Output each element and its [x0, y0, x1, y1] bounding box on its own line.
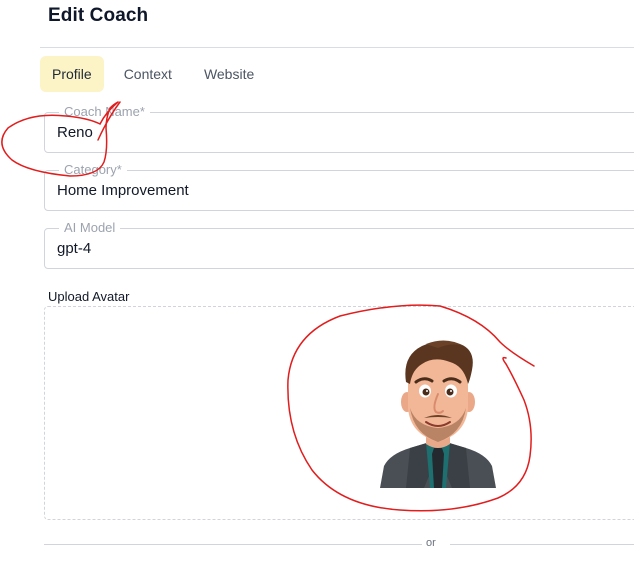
category-value[interactable]: Home Improvement	[57, 182, 189, 199]
tab-profile[interactable]: Profile	[40, 56, 104, 92]
cartoon-man-avatar-icon	[380, 340, 496, 488]
edit-coach-page: Edit Coach Profile Context Website Coach…	[0, 0, 634, 565]
page-title: Edit Coach	[48, 5, 149, 26]
ai-model-label: AI Model	[59, 220, 121, 236]
ai-model-field[interactable]: AI Model gpt-4	[44, 220, 634, 269]
ai-model-value[interactable]: gpt-4	[57, 240, 91, 257]
category-field[interactable]: Category* Home Improvement	[44, 162, 634, 211]
or-divider-right	[450, 544, 634, 545]
avatar-dropzone[interactable]	[44, 306, 634, 520]
tab-bar: Profile Context Website	[40, 56, 274, 92]
upload-avatar-label: Upload Avatar	[48, 289, 130, 304]
or-divider-text: or	[426, 537, 436, 549]
tab-context[interactable]: Context	[112, 56, 184, 92]
category-label: Category*	[59, 162, 127, 178]
or-divider-left	[44, 544, 422, 545]
coach-name-value[interactable]: Reno	[57, 124, 93, 141]
header-divider	[40, 47, 634, 48]
coach-name-label: Coach Name*	[59, 104, 150, 120]
coach-name-field[interactable]: Coach Name* Reno	[44, 104, 634, 153]
tab-website[interactable]: Website	[192, 56, 266, 92]
